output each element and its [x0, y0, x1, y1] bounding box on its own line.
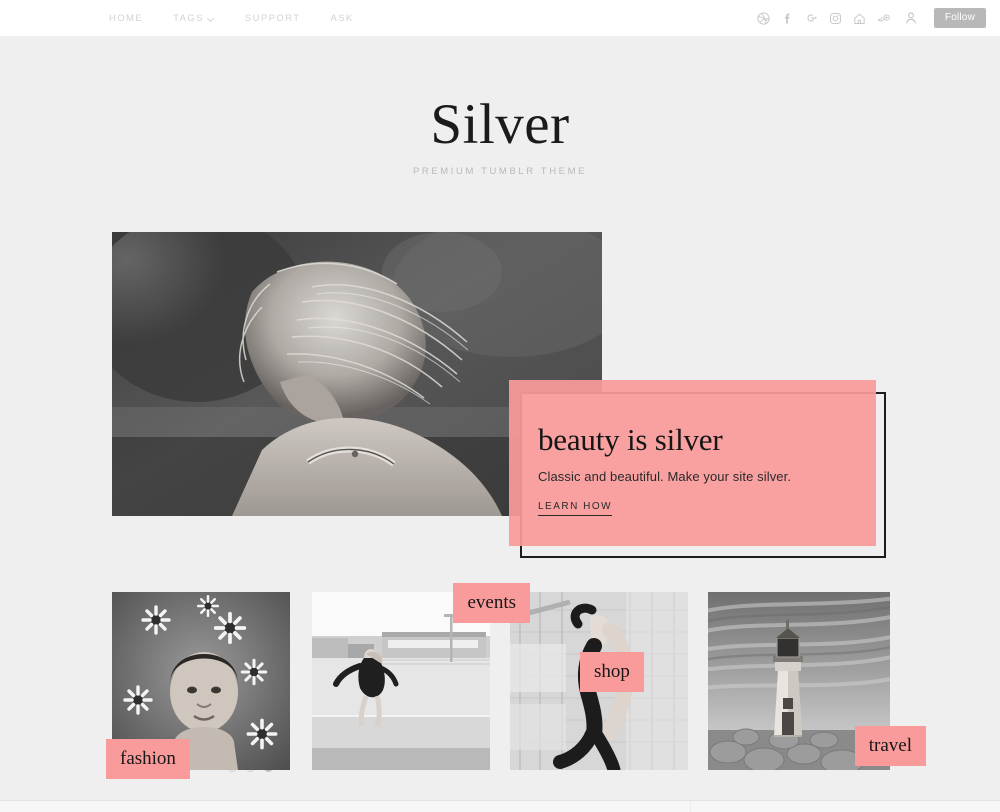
category-tile-fashion[interactable]: fashion — [106, 592, 290, 779]
category-tile-shop[interactable]: shop — [510, 592, 688, 770]
follow-button[interactable]: Follow — [933, 8, 986, 28]
nav-item-ask[interactable]: ASK — [330, 13, 353, 24]
category-label-travel[interactable]: travel — [854, 726, 926, 766]
twitter-icon[interactable] — [876, 11, 891, 26]
nav-item-home[interactable]: HOME — [109, 13, 143, 24]
category-label-events[interactable]: events — [453, 583, 530, 623]
hero-subtext: Classic and beautiful. Make your site si… — [538, 469, 792, 484]
top-navigation-bar: HOME TAGS SUPPORT ASK Follow — [0, 0, 1000, 36]
next-section-strip — [0, 801, 1000, 812]
learn-how-link[interactable]: LEARN HOW — [538, 501, 613, 516]
site-header: Silver PREMIUM TUMBLR THEME — [0, 95, 1000, 177]
facebook-icon[interactable] — [780, 11, 795, 26]
category-tiles: fashion events shop travel — [106, 583, 926, 779]
page-subtitle: PREMIUM TUMBLR THEME — [412, 165, 588, 177]
user-avatar-icon[interactable] — [903, 10, 919, 26]
nav-item-tags[interactable]: TAGS — [173, 13, 215, 24]
nav-item-support-label: SUPPORT — [244, 12, 301, 24]
nav-item-ask-label: ASK — [330, 12, 354, 24]
hero-caption-card: beauty is silver Classic and beautiful. … — [509, 380, 876, 546]
nav-item-tags-label: TAGS — [173, 12, 204, 24]
nav-item-support[interactable]: SUPPORT — [245, 13, 301, 24]
google-plus-icon[interactable] — [804, 11, 819, 26]
next-section-column-divider — [690, 801, 691, 812]
instagram-icon[interactable] — [828, 11, 843, 26]
category-tile-events[interactable]: events — [312, 583, 530, 770]
dribbble-icon[interactable] — [756, 11, 771, 26]
chevron-down-icon — [208, 15, 215, 22]
page-title: Silver — [430, 93, 570, 156]
primary-nav: HOME TAGS SUPPORT ASK — [109, 13, 354, 24]
pinterest-icon[interactable] — [852, 11, 867, 26]
category-tile-travel[interactable]: travel — [708, 592, 926, 770]
nav-item-home-label: HOME — [109, 12, 144, 24]
hero-heading: beauty is silver — [538, 422, 723, 457]
category-label-fashion[interactable]: fashion — [106, 739, 190, 779]
category-label-shop[interactable]: shop — [580, 652, 644, 692]
social-links-group: Follow — [756, 0, 992, 36]
